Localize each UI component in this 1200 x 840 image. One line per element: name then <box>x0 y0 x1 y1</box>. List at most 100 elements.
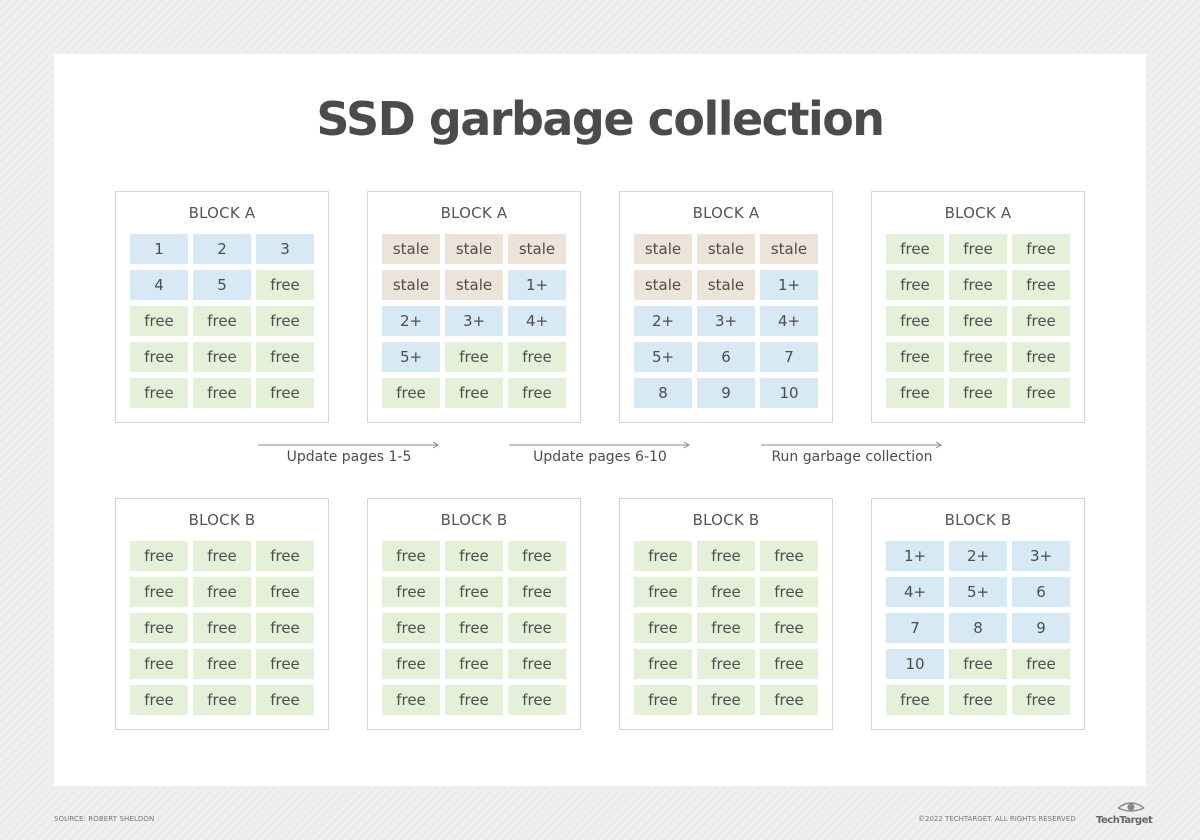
page-cell-used: 10 <box>886 649 944 679</box>
page-cell-free: free <box>886 270 944 300</box>
page-cell-free: free <box>949 649 1007 679</box>
page-cell-used: 9 <box>1012 613 1070 643</box>
page-cell-free: free <box>697 577 755 607</box>
page-cell-free: free <box>508 577 566 607</box>
page-cell-used: 1+ <box>886 541 944 571</box>
page-cell-free: free <box>697 649 755 679</box>
block-label: BLOCK B <box>944 511 1012 529</box>
page-cell-free: free <box>634 649 692 679</box>
page-cell-free: free <box>445 577 503 607</box>
page-cell-free: free <box>1012 234 1070 264</box>
page-cell-free: free <box>1012 342 1070 372</box>
page-cell-stale: stale <box>634 270 692 300</box>
page-cell-free: free <box>256 685 314 715</box>
page-grid: free free free free free free free free free free… <box>886 234 1070 408</box>
page-cell-free: free <box>508 685 566 715</box>
page-cell-free: free <box>445 649 503 679</box>
block-a-stage-1: BLOCK A 1 2 3 4 5 free free free free free free free… <box>115 191 329 423</box>
page-cell-used: 4+ <box>508 306 566 336</box>
page-cell-used: 5+ <box>382 342 440 372</box>
page-cell-free: free <box>193 378 251 408</box>
page-cell-free: free <box>949 342 1007 372</box>
diagram-title: SSD garbage collection <box>316 92 885 146</box>
page-cell-free: free <box>949 685 1007 715</box>
page-cell-stale: stale <box>634 234 692 264</box>
page-cell-stale: stale <box>445 270 503 300</box>
page-grid: free free free free free free free free free free… <box>634 541 818 715</box>
block-a-stage-3: BLOCK Astale stale stale stale stale 1+ 2+ 3+ 4+… <box>619 191 833 423</box>
block-label: BLOCK B <box>692 511 760 529</box>
page-cell-free: free <box>130 577 188 607</box>
page-cell-free: free <box>256 649 314 679</box>
page-cell-stale: stale <box>508 234 566 264</box>
page-cell-used: 2+ <box>949 541 1007 571</box>
page-cell-used: 4+ <box>886 577 944 607</box>
page-cell-free: free <box>256 342 314 372</box>
page-cell-used: 7 <box>886 613 944 643</box>
page-cell-free: free <box>130 685 188 715</box>
page-cell-free: free <box>634 541 692 571</box>
page-cell-used: 6 <box>1012 577 1070 607</box>
page-cell-free: free <box>193 613 251 643</box>
page-cell-used: 5+ <box>949 577 1007 607</box>
page-cell-free: free <box>886 234 944 264</box>
techtarget-logo: TechTarget <box>1096 798 1153 826</box>
page-cell-used: 8 <box>634 378 692 408</box>
page-cell-free: free <box>886 378 944 408</box>
page-cell-free: free <box>130 342 188 372</box>
block-b-stage-2: BLOCK Bfree free free free free free free free f… <box>367 498 581 730</box>
page-cell-free: free <box>382 577 440 607</box>
page-cell-free: free <box>256 541 314 571</box>
page-cell-free: free <box>886 685 944 715</box>
block-label: BLOCK A <box>440 204 508 222</box>
page-cell-free: free <box>382 649 440 679</box>
page-grid: stale stale stale stale stale 1+ 2+ 3+ 4+ 5+ 6 7 8 9 1… <box>634 234 818 408</box>
page-cell-free: free <box>760 577 818 607</box>
techtarget-eye-icon <box>1117 802 1145 812</box>
page-cell-stale: stale <box>697 270 755 300</box>
block-label: BLOCK B <box>188 511 256 529</box>
page-cell-free: free <box>1012 649 1070 679</box>
page-cell-free: free <box>697 541 755 571</box>
page-cell-stale: stale <box>760 234 818 264</box>
page-cell-free: free <box>256 270 314 300</box>
page-cell-free: free <box>382 613 440 643</box>
page-cell-free: free <box>634 613 692 643</box>
page-cell-used: 1+ <box>760 270 818 300</box>
page-cell-free: free <box>508 378 566 408</box>
page-cell-free: free <box>382 685 440 715</box>
page-cell-used: 2+ <box>634 306 692 336</box>
page-cell-used: 6 <box>697 342 755 372</box>
block-a-stage-4: BLOCK Afree free free free free free free free f… <box>871 191 1085 423</box>
page-cell-free: free <box>445 342 503 372</box>
page-cell-used: 3+ <box>697 306 755 336</box>
page-cell-free: free <box>949 306 1007 336</box>
page-cell-used: 4 <box>130 270 188 300</box>
page-cell-used: 3+ <box>1012 541 1070 571</box>
page-cell-used: 8 <box>949 613 1007 643</box>
page-cell-free: free <box>130 649 188 679</box>
page-cell-free: free <box>130 378 188 408</box>
page-cell-used: 7 <box>760 342 818 372</box>
page-cell-free: free <box>1012 685 1070 715</box>
page-cell-free: free <box>508 541 566 571</box>
page-cell-free: free <box>508 649 566 679</box>
page-cell-free: free <box>256 378 314 408</box>
page-cell-used: 3 <box>256 234 314 264</box>
page-cell-used: 5 <box>193 270 251 300</box>
page-cell-free: free <box>634 685 692 715</box>
page-cell-free: free <box>256 613 314 643</box>
page-cell-free: free <box>445 378 503 408</box>
page-cell-free: free <box>760 649 818 679</box>
page-cell-free: free <box>193 306 251 336</box>
page-cell-free: free <box>1012 378 1070 408</box>
page-cell-free: free <box>130 541 188 571</box>
page-cell-free: free <box>193 577 251 607</box>
step-label: Run garbage collection <box>771 449 933 465</box>
page-cell-free: free <box>634 577 692 607</box>
page-cell-free: free <box>508 342 566 372</box>
page-cell-free: free <box>445 541 503 571</box>
page-cell-used: 10 <box>760 378 818 408</box>
techtarget-wordmark: TechTarget <box>1096 815 1153 826</box>
block-label: BLOCK A <box>692 204 760 222</box>
